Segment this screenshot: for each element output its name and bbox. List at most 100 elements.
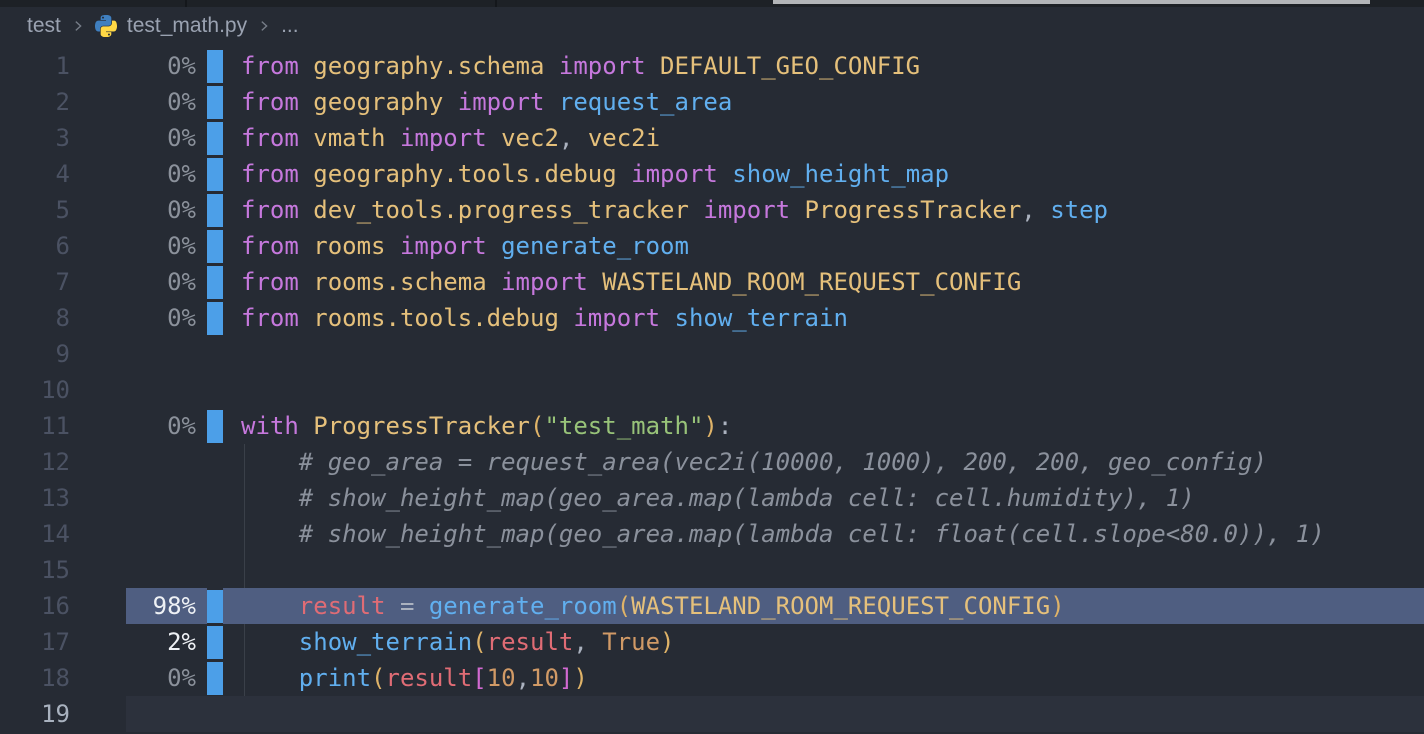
tab-separator — [495, 0, 497, 7]
code-line[interactable]: 70% from rooms.schema import WASTELAND_RO… — [0, 264, 1424, 300]
chevron-right-icon — [257, 19, 271, 33]
profile-percentage: 0% — [70, 264, 196, 300]
gutter-slot — [207, 120, 223, 156]
current-line-highlight — [126, 696, 1424, 732]
profile-percentage — [70, 480, 196, 516]
code-text: from geography.schema import DEFAULT_GEO… — [241, 48, 920, 84]
breadcrumb-symbol-more[interactable]: ... — [281, 14, 299, 38]
profile-percentage: 0% — [70, 48, 196, 84]
coverage-block — [207, 192, 223, 228]
profile-percentage — [70, 372, 196, 408]
profile-percentage — [70, 552, 196, 588]
coverage-block — [207, 408, 223, 444]
gutter-slot — [207, 660, 223, 696]
code-line[interactable]: 14 # show_height_map(geo_area.map(lambda… — [0, 516, 1424, 552]
gutter-slot — [207, 588, 223, 624]
code-line[interactable]: 13 # show_height_map(geo_area.map(lambda… — [0, 480, 1424, 516]
profile-percentage: 0% — [70, 120, 196, 156]
gutter-slot — [207, 192, 223, 228]
code-line[interactable]: 180% print(result[10,10]) — [0, 660, 1424, 696]
code-text: # show_height_map(geo_area.map(lambda ce… — [241, 516, 1325, 552]
code-line[interactable]: 9 — [0, 336, 1424, 372]
profile-percentage — [70, 444, 196, 480]
code-text: # show_height_map(geo_area.map(lambda ce… — [241, 480, 1195, 516]
python-icon — [95, 15, 117, 37]
code-line[interactable]: 10% from geography.schema import DEFAULT_… — [0, 48, 1424, 84]
breadcrumb: test test_math.py ... — [0, 7, 1424, 45]
code-line[interactable]: 60%from rooms import generate_room — [0, 228, 1424, 264]
code-line[interactable]: 172% show_terrain(result, True) — [0, 624, 1424, 660]
code-text: result = generate_room(WASTELAND_ROOM_RE… — [241, 588, 1065, 624]
chevron-right-icon — [71, 19, 85, 33]
profile-percentage: 0% — [70, 408, 196, 444]
coverage-block — [207, 120, 223, 156]
code-line[interactable]: 12 # geo_area = request_area(vec2i(10000… — [0, 444, 1424, 480]
code-text: from vmath import vec2, vec2i — [241, 120, 660, 156]
code-line[interactable]: 10 — [0, 372, 1424, 408]
coverage-block — [207, 588, 223, 624]
breadcrumb-file[interactable]: test_math.py — [127, 14, 247, 38]
coverage-block — [207, 624, 223, 660]
line-number[interactable]: 9 — [0, 336, 70, 372]
line-number[interactable]: 4 — [0, 156, 70, 192]
code-line[interactable]: 80% from rooms.tools.debug import show_te… — [0, 300, 1424, 336]
profile-percentage — [70, 516, 196, 552]
profile-percentage: 0% — [70, 156, 196, 192]
coverage-block — [207, 228, 223, 264]
code-line[interactable]: 15 — [0, 552, 1424, 588]
code-text: from rooms import generate_room — [241, 228, 689, 264]
line-number[interactable]: 2 — [0, 84, 70, 120]
line-number[interactable]: 15 — [0, 552, 70, 588]
line-number[interactable]: 14 — [0, 516, 70, 552]
gutter-slot — [207, 372, 223, 408]
code-text: show_terrain(result, True) — [241, 624, 675, 660]
code-line[interactable]: 110%with ProgressTracker("test_math"): — [0, 408, 1424, 444]
code-line[interactable]: 40%from geography.tools.debug import sho… — [0, 156, 1424, 192]
code-line[interactable]: 1698% result = generate_room(WASTELAND_R… — [0, 588, 1424, 624]
profile-percentage: 0% — [70, 660, 196, 696]
line-number[interactable]: 16 — [0, 588, 70, 624]
line-number[interactable]: 1 — [0, 48, 70, 84]
gutter-slot — [207, 48, 223, 84]
code-line[interactable]: 20%from geography import request_area — [0, 84, 1424, 120]
line-number[interactable]: 19 — [0, 696, 70, 732]
coverage-block — [207, 264, 223, 300]
breadcrumb-folder[interactable]: test — [27, 14, 61, 38]
line-number[interactable]: 17 — [0, 624, 70, 660]
code-line[interactable]: 19 — [0, 696, 1424, 732]
code-text: from geography import request_area — [241, 84, 732, 120]
code-line[interactable]: 30% from vmath import vec2, vec2i — [0, 120, 1424, 156]
gutter-slot — [207, 696, 223, 732]
gutter-slot — [207, 552, 223, 588]
line-number[interactable]: 7 — [0, 264, 70, 300]
gutter-slot — [207, 624, 223, 660]
gutter-slot — [207, 264, 223, 300]
coverage-block — [207, 84, 223, 120]
profile-percentage: 98% — [70, 588, 196, 624]
line-number[interactable]: 12 — [0, 444, 70, 480]
code-text: print(result[10,10]) — [241, 660, 588, 696]
profile-percentage — [70, 696, 196, 732]
code-editor[interactable]: 10%from geography.schema import DEFAULT_… — [0, 45, 1424, 734]
line-number[interactable]: 6 — [0, 228, 70, 264]
profile-percentage: 0% — [70, 192, 196, 228]
gutter-slot — [207, 408, 223, 444]
line-number[interactable]: 5 — [0, 192, 70, 228]
line-number[interactable]: 10 — [0, 372, 70, 408]
coverage-block — [207, 156, 223, 192]
code-line[interactable]: 50%from dev_tools.progress_tracker impor… — [0, 192, 1424, 228]
code-text: from rooms.schema import WASTELAND_ROOM_… — [241, 264, 1021, 300]
horizontal-scrollbar[interactable] — [773, 0, 1370, 4]
gutter-slot — [207, 300, 223, 336]
gutter-slot — [207, 444, 223, 480]
code-text: from rooms.tools.debug import show_terra… — [241, 300, 848, 336]
line-number[interactable]: 8 — [0, 300, 70, 336]
profile-percentage: 0% — [70, 300, 196, 336]
line-number[interactable]: 18 — [0, 660, 70, 696]
coverage-block — [207, 300, 223, 336]
line-number[interactable]: 11 — [0, 408, 70, 444]
line-number[interactable]: 3 — [0, 120, 70, 156]
gutter-slot — [207, 228, 223, 264]
line-number[interactable]: 13 — [0, 480, 70, 516]
editor-lines: 10%from geography.schema import DEFAULT_… — [0, 48, 1424, 732]
